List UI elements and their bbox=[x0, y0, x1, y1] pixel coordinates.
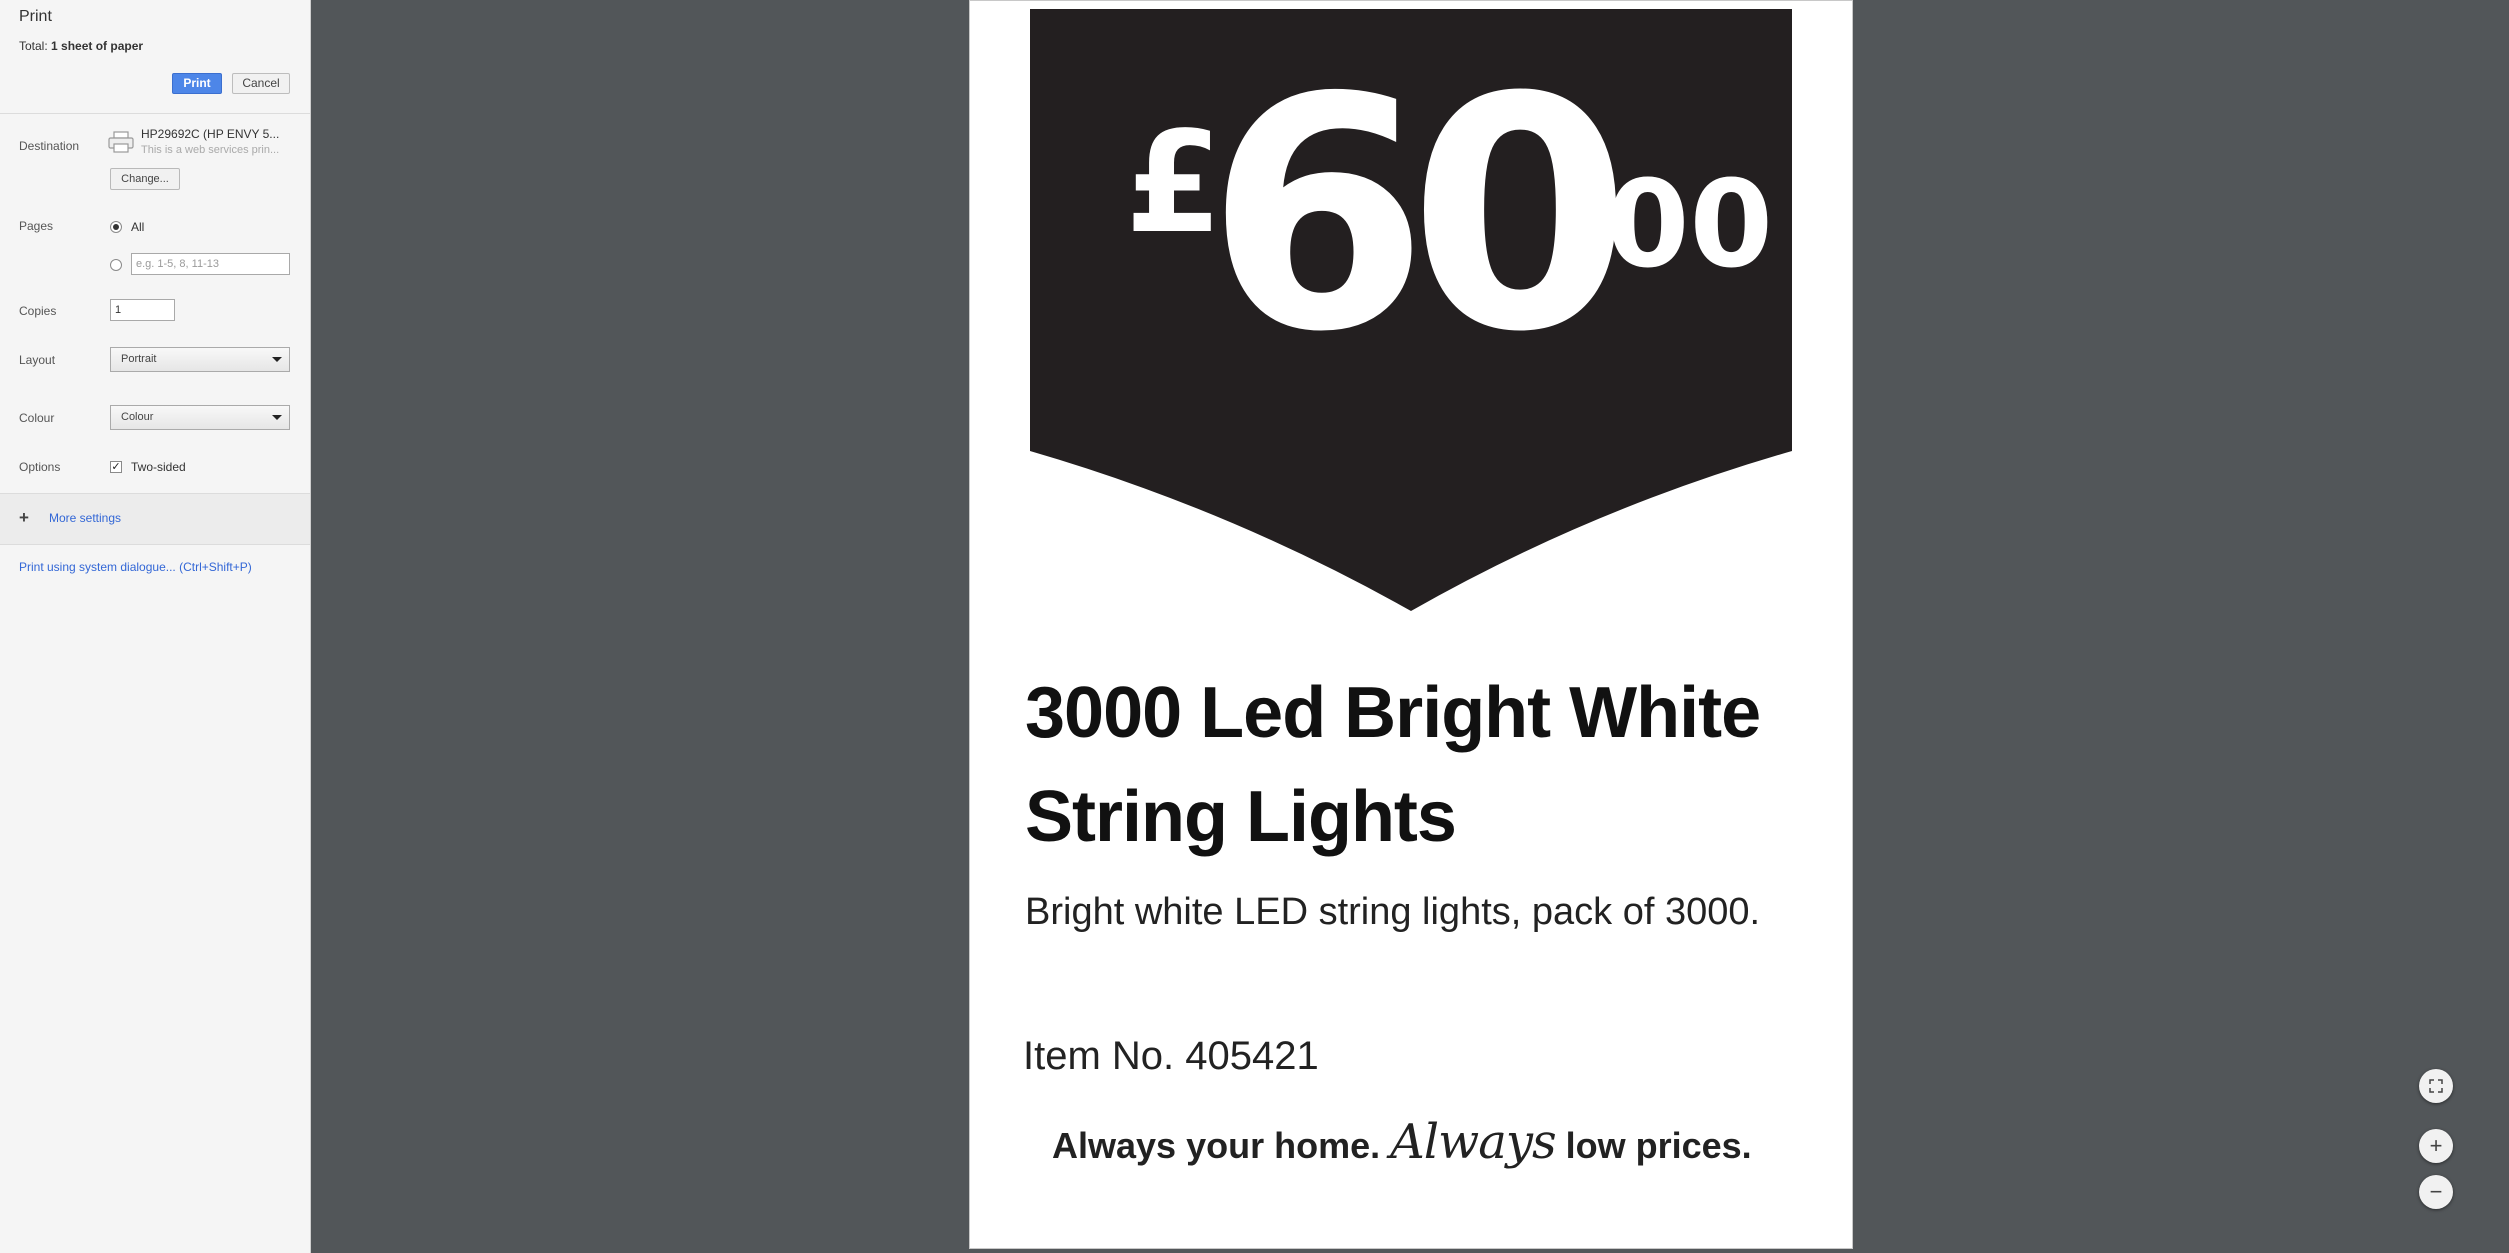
layout-select-value: Portrait bbox=[121, 353, 157, 365]
print-button[interactable]: Print bbox=[172, 73, 222, 94]
change-destination-button[interactable]: Change... bbox=[110, 168, 180, 190]
product-title: 3000 Led Bright White String Lights bbox=[1025, 673, 1761, 857]
header-divider bbox=[0, 113, 310, 114]
slogan-script: Always bbox=[1390, 1114, 1556, 1170]
layout-label: Layout bbox=[19, 353, 56, 367]
pages-range-input[interactable]: e.g. 1-5, 8, 11-13 bbox=[131, 253, 290, 275]
zoom-in-button[interactable]: + bbox=[2419, 1129, 2453, 1163]
slogan: Always your home. Always low prices. bbox=[1052, 1114, 1752, 1170]
pages-custom-radio[interactable] bbox=[110, 259, 122, 271]
plus-icon: + bbox=[19, 508, 29, 527]
print-preview-page: £ 60 00 3000 Led Bright White String Lig… bbox=[969, 0, 1853, 1249]
print-settings-sidebar: Print Total: 1 sheet of paper Print Canc… bbox=[0, 0, 311, 1253]
more-settings-row[interactable]: + More settings bbox=[0, 493, 310, 545]
cancel-button[interactable]: Cancel bbox=[232, 73, 290, 94]
product-description: Bright white LED string lights, pack of … bbox=[1025, 891, 1761, 933]
colour-label: Colour bbox=[19, 411, 55, 425]
item-number: Item No. 405421 bbox=[1023, 1034, 1319, 1078]
fit-to-page-button[interactable] bbox=[2419, 1069, 2453, 1103]
two-sided-checkbox[interactable]: ✓ bbox=[110, 461, 122, 473]
printer-icon bbox=[108, 131, 134, 153]
dialog-title: Print bbox=[19, 8, 52, 25]
more-settings-link[interactable]: More settings bbox=[49, 511, 121, 525]
fit-to-page-icon bbox=[2429, 1079, 2443, 1093]
pages-label: Pages bbox=[19, 219, 54, 233]
zoom-out-icon: − bbox=[2429, 1179, 2443, 1204]
summary-value: 1 sheet of paper bbox=[51, 39, 144, 53]
price-main: 60 bbox=[1206, 30, 1631, 402]
copies-label: Copies bbox=[19, 304, 57, 318]
two-sided-label: Two-sided bbox=[131, 460, 186, 474]
summary-prefix: Total: bbox=[19, 39, 52, 53]
destination-label: Destination bbox=[19, 139, 80, 153]
slogan-part1: Always your home. bbox=[1052, 1125, 1381, 1166]
zoom-out-button[interactable]: − bbox=[2419, 1175, 2453, 1209]
pages-all-label: All bbox=[131, 220, 145, 234]
chevron-down-icon bbox=[272, 415, 282, 420]
slogan-part2: low prices. bbox=[1565, 1125, 1752, 1166]
layout-select[interactable]: Portrait bbox=[110, 347, 290, 372]
options-label: Options bbox=[19, 460, 61, 474]
printer-subtitle: This is a web services prin... bbox=[141, 144, 280, 156]
system-dialog-link[interactable]: Print using system dialogue... (Ctrl+Shi… bbox=[19, 560, 252, 574]
price-fraction: 00 bbox=[1606, 156, 1773, 295]
sheet-summary: Total: 1 sheet of paper bbox=[19, 39, 143, 53]
printer-name: HP29692C (HP ENVY 5... bbox=[141, 127, 280, 141]
colour-select[interactable]: Colour bbox=[110, 405, 290, 430]
chevron-down-icon bbox=[272, 357, 282, 362]
pages-all-radio[interactable] bbox=[110, 221, 122, 233]
copies-input[interactable]: 1 bbox=[110, 299, 175, 321]
colour-select-value: Colour bbox=[121, 411, 154, 423]
zoom-in-icon: + bbox=[2429, 1133, 2443, 1158]
